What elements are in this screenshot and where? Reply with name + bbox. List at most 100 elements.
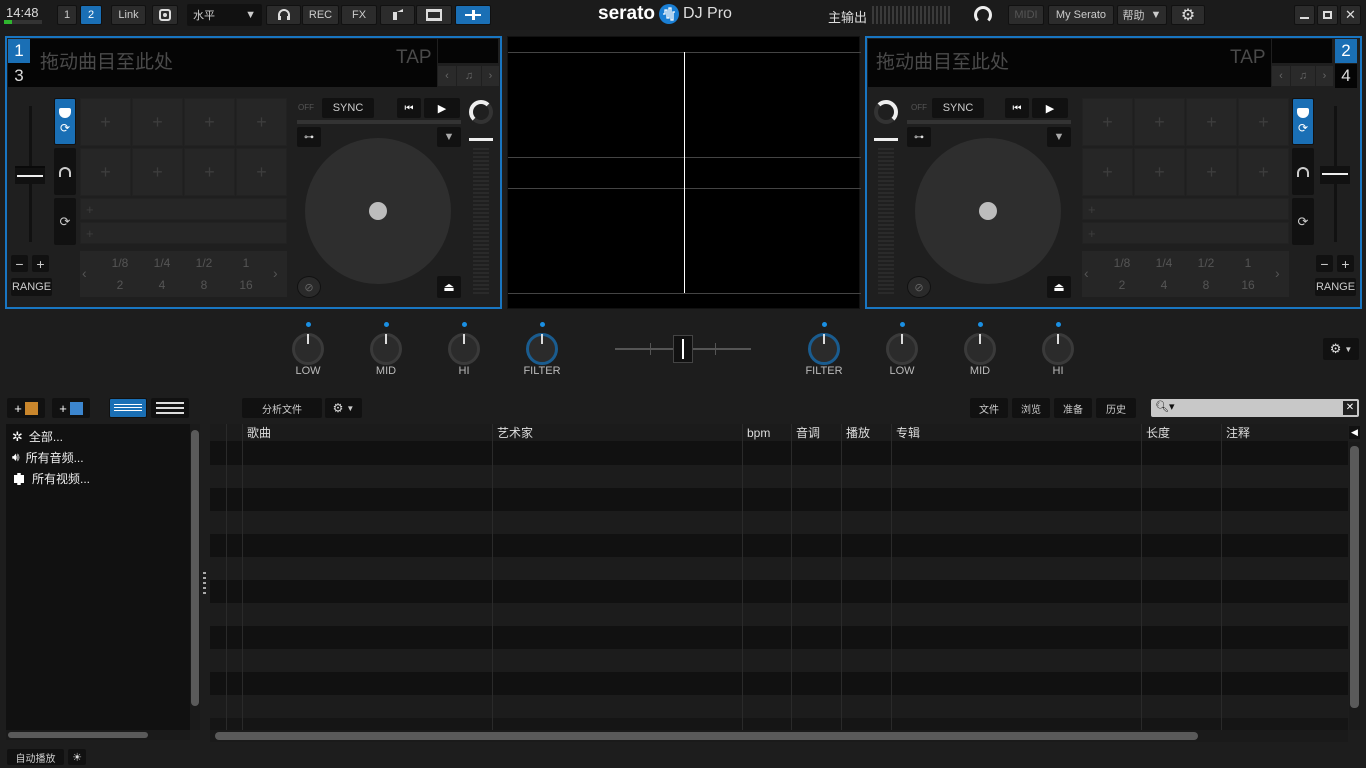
gain-knob[interactable] (469, 100, 493, 124)
crate-all-video[interactable]: 所有视频... (12, 470, 90, 487)
pitch-plus-button[interactable]: + (1337, 255, 1354, 272)
loop-length-1-4[interactable]: 1/4 (142, 253, 182, 273)
gain-meter-handle[interactable] (874, 138, 898, 141)
chevron-right-icon[interactable]: › (1275, 265, 1280, 281)
performance-pad[interactable]: + (1134, 98, 1185, 146)
gain-knob[interactable] (874, 100, 898, 124)
loop-mode-button[interactable]: ⟳ (54, 198, 76, 245)
library-settings-button[interactable]: ⚙ ▼ (325, 398, 362, 418)
pitch-minus-button[interactable]: − (1316, 255, 1333, 272)
range-button[interactable]: RANGE (11, 278, 52, 296)
eq-mid-knob-left[interactable] (370, 333, 402, 365)
virtual-platter[interactable] (915, 138, 1061, 284)
mixer-settings-button[interactable]: ⚙ ▼ (1323, 338, 1359, 360)
previous-button[interactable]: ⏮ (1005, 98, 1029, 118)
censor-button[interactable]: ⊘ (907, 276, 931, 298)
performance-pad[interactable]: + (1186, 148, 1237, 196)
table-row[interactable] (210, 649, 1348, 672)
filter-knob-right[interactable] (808, 333, 840, 365)
tab-history[interactable]: 历史 (1096, 398, 1136, 418)
headphone-cue-button[interactable] (266, 5, 301, 25)
hotcue-mode-button[interactable]: ⟳ (1292, 98, 1314, 145)
table-row[interactable] (210, 442, 1348, 465)
table-row[interactable] (210, 580, 1348, 603)
slip-button[interactable]: ⊶ (297, 127, 321, 147)
library-layout-button[interactable] (455, 5, 491, 25)
censor-button[interactable]: ⊘ (297, 276, 321, 298)
column-header-key[interactable]: 音调 (796, 424, 820, 442)
crossfader-handle[interactable] (673, 335, 693, 363)
filter-knob-left[interactable] (526, 333, 558, 365)
my-serato-button[interactable]: My Serato (1048, 5, 1114, 25)
eq-low-knob-left[interactable] (292, 333, 324, 365)
list-view-button[interactable] (109, 398, 147, 418)
fx-button[interactable]: FX (341, 5, 377, 25)
deck-number-2[interactable]: 2 (1335, 39, 1357, 63)
loop-slot[interactable]: + (1082, 222, 1289, 244)
performance-pad[interactable]: + (132, 98, 183, 146)
previous-button[interactable]: ⏮ (397, 98, 421, 118)
loop-length-4[interactable]: 4 (142, 275, 182, 295)
platter-mode-button[interactable]: ▼ (437, 127, 461, 147)
eject-button[interactable]: ⏏ (437, 276, 461, 298)
close-button[interactable]: ✕ (1340, 5, 1361, 25)
table-row[interactable] (210, 672, 1348, 695)
search-field[interactable]: 🔍︎▾ ✕ (1151, 399, 1359, 417)
settings-button[interactable]: ⚙ (1171, 5, 1205, 25)
performance-pad[interactable]: + (1186, 98, 1237, 146)
add-crate-button[interactable]: + (7, 398, 45, 418)
autoplay-button[interactable]: 自动播放 (7, 749, 64, 765)
rec-button[interactable]: REC (302, 5, 339, 25)
chevron-right-icon[interactable]: › (482, 66, 499, 86)
chevron-left-icon[interactable]: ‹ (1272, 66, 1290, 86)
tap-button[interactable]: TAP (1230, 47, 1266, 69)
slip-button[interactable]: ⊶ (907, 127, 931, 147)
sync-button[interactable]: SYNC (322, 98, 374, 118)
table-hscrollbar[interactable] (210, 730, 1348, 742)
table-row[interactable] (210, 603, 1348, 626)
table-row[interactable] (210, 557, 1348, 580)
loop-length-1-2[interactable]: 1/2 (1186, 253, 1226, 273)
music-note-icon[interactable]: ♫ (1291, 66, 1315, 86)
column-header-length[interactable]: 长度 (1146, 424, 1170, 442)
table-row[interactable] (210, 511, 1348, 534)
chevron-left-icon[interactable]: ‹ (1084, 265, 1089, 281)
platter-mode-button[interactable]: ▼ (1047, 127, 1071, 147)
keylock-off-label[interactable]: OFF (911, 103, 927, 112)
range-button[interactable]: RANGE (1315, 278, 1356, 296)
keylock-off-label[interactable]: OFF (298, 103, 314, 112)
loop-length-4[interactable]: 4 (1144, 275, 1184, 295)
loop-length-8[interactable]: 8 (184, 275, 224, 295)
loop-length-1-2[interactable]: 1/2 (184, 253, 224, 273)
loop-length-1[interactable]: 1 (1228, 253, 1268, 273)
performance-pad[interactable]: + (184, 148, 235, 196)
performance-pad[interactable]: + (1082, 148, 1133, 196)
loop-length-1[interactable]: 1 (226, 253, 266, 273)
roll-mode-button[interactable] (1292, 148, 1314, 195)
eject-button[interactable]: ⏏ (1047, 276, 1071, 298)
chevron-left-icon[interactable]: ‹ (438, 66, 456, 86)
deck-layout-2-button[interactable]: 2 (80, 5, 102, 25)
table-vscrollbar[interactable] (1349, 442, 1360, 730)
performance-pad[interactable]: + (1082, 98, 1133, 146)
loop-mode-button[interactable]: ⟳ (1292, 198, 1314, 245)
chevron-right-icon[interactable]: › (1316, 66, 1333, 86)
crate-all-audio[interactable]: 🔊︎ 所有音频... (12, 449, 84, 466)
deck-number-1[interactable]: 1 (8, 39, 30, 63)
performance-pad[interactable]: + (236, 98, 287, 146)
sync-button[interactable]: SYNC (932, 98, 984, 118)
eq-hi-knob-left[interactable] (448, 333, 480, 365)
video-button[interactable] (416, 5, 452, 25)
pitch-plus-button[interactable]: + (32, 255, 49, 272)
column-picker-button[interactable]: ◀ (1349, 426, 1360, 439)
midi-button[interactable]: MIDI (1008, 5, 1044, 25)
pitch-slider-handle[interactable] (15, 166, 45, 184)
virtual-platter[interactable] (305, 138, 451, 284)
column-header-bpm[interactable]: bpm (747, 424, 770, 442)
pitch-slider-handle[interactable] (1320, 166, 1350, 184)
eq-hi-knob-right[interactable] (1042, 333, 1074, 365)
table-row[interactable] (210, 488, 1348, 511)
deck-layout-1-button[interactable]: 1 (57, 5, 77, 25)
table-row[interactable] (210, 465, 1348, 488)
minimize-button[interactable] (1294, 5, 1315, 25)
